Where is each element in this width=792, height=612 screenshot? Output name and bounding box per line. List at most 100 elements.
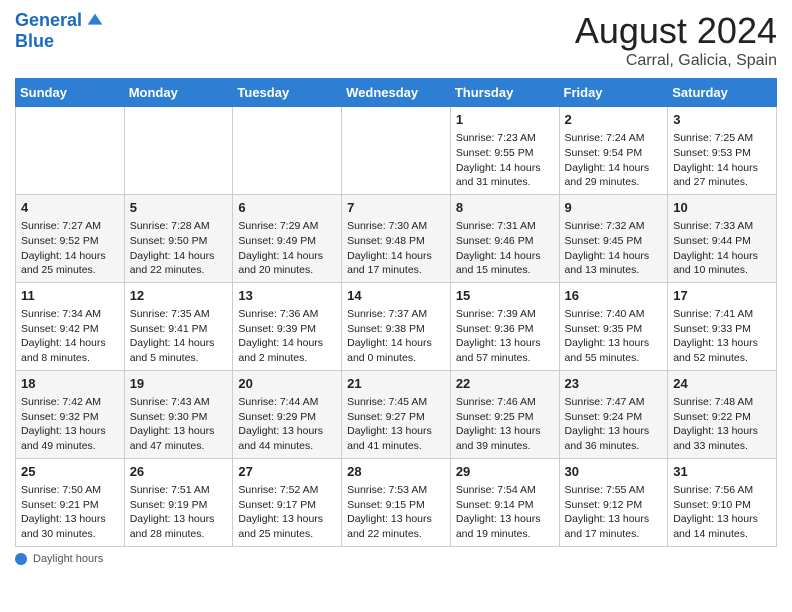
day-info: Sunrise: 7:33 AM Sunset: 9:44 PM Dayligh… bbox=[673, 219, 771, 278]
calendar-cell: 11 Sunrise: 7:34 AM Sunset: 9:42 PM Dayli… bbox=[16, 282, 125, 370]
day-number: 21 bbox=[347, 375, 445, 393]
calendar-cell: 2Sunrise: 7:24 AM Sunset: 9:54 PM Daylig… bbox=[559, 107, 668, 195]
calendar-cell: 28 Sunrise: 7:53 AM Sunset: 9:15 PM Dayli… bbox=[342, 458, 451, 546]
calendar-cell: 19Sunrise: 7:43 AM Sunset: 9:30 PM Dayli… bbox=[124, 370, 233, 458]
calendar-cell: 3 Sunrise: 7:25 AM Sunset: 9:53 PM Daylig… bbox=[668, 107, 777, 195]
day-info: Sunrise: 7:30 AM Sunset: 9:48 PM Dayligh… bbox=[347, 219, 445, 278]
logo: GeneralBlue bbox=[15, 10, 106, 52]
calendar-cell: 7Sunrise: 7:30 AM Sunset: 9:48 PM Daylig… bbox=[342, 194, 451, 282]
day-info: Sunrise: 7:37 AM Sunset: 9:38 PM Dayligh… bbox=[347, 307, 445, 366]
day-number: 24 bbox=[673, 375, 771, 393]
day-info: Sunrise: 7:25 AM Sunset: 9:53 PM Dayligh… bbox=[673, 131, 771, 190]
calendar-cell bbox=[342, 107, 451, 195]
calendar-body: 1 Sunrise: 7:23 AM Sunset: 9:55 PM Daylig… bbox=[16, 107, 777, 547]
weekday-header-sunday: Sunday bbox=[16, 79, 125, 107]
day-info: Sunrise: 7:53 AM Sunset: 9:15 PM Dayligh… bbox=[347, 483, 445, 542]
calendar-cell: 30 Sunrise: 7:55 AM Sunset: 9:12 PM Dayli… bbox=[559, 458, 668, 546]
calendar-cell bbox=[16, 107, 125, 195]
calendar-cell: 14 Sunrise: 7:37 AM Sunset: 9:38 PM Dayli… bbox=[342, 282, 451, 370]
day-number: 2 bbox=[565, 111, 663, 129]
weekday-header-thursday: Thursday bbox=[450, 79, 559, 107]
day-number: 26 bbox=[130, 463, 228, 481]
day-number: 4 bbox=[21, 199, 119, 217]
day-number: 11 bbox=[21, 287, 119, 305]
calendar-cell: 6Sunrise: 7:29 AM Sunset: 9:49 PM Daylig… bbox=[233, 194, 342, 282]
day-number: 18 bbox=[21, 375, 119, 393]
calendar-cell: 20 Sunrise: 7:44 AM Sunset: 9:29 PM Dayli… bbox=[233, 370, 342, 458]
calendar-cell bbox=[124, 107, 233, 195]
calendar-cell bbox=[233, 107, 342, 195]
weekday-header-saturday: Saturday bbox=[668, 79, 777, 107]
calendar-week-row: 4 Sunrise: 7:27 AM Sunset: 9:52 PM Daylig… bbox=[16, 194, 777, 282]
day-info: Sunrise: 7:44 AM Sunset: 9:29 PM Dayligh… bbox=[238, 395, 336, 454]
day-info: Sunrise: 7:27 AM Sunset: 9:52 PM Dayligh… bbox=[21, 219, 119, 278]
location-subtitle: Carral, Galicia, Spain bbox=[575, 52, 777, 70]
day-info: Sunrise: 7:50 AM Sunset: 9:21 PM Dayligh… bbox=[21, 483, 119, 542]
day-info: Sunrise: 7:45 AM Sunset: 9:27 PM Dayligh… bbox=[347, 395, 445, 454]
daylight-dot bbox=[15, 553, 27, 565]
calendar-cell: 15Sunrise: 7:39 AM Sunset: 9:36 PM Dayli… bbox=[450, 282, 559, 370]
calendar-cell: 23 Sunrise: 7:47 AM Sunset: 9:24 PM Dayli… bbox=[559, 370, 668, 458]
day-info: Sunrise: 7:52 AM Sunset: 9:17 PM Dayligh… bbox=[238, 483, 336, 542]
day-number: 29 bbox=[456, 463, 554, 481]
day-info: Sunrise: 7:28 AM Sunset: 9:50 PM Dayligh… bbox=[130, 219, 228, 278]
day-number: 14 bbox=[347, 287, 445, 305]
day-info: Sunrise: 7:40 AM Sunset: 9:35 PM Dayligh… bbox=[565, 307, 663, 366]
calendar-cell: 25Sunrise: 7:50 AM Sunset: 9:21 PM Dayli… bbox=[16, 458, 125, 546]
day-info: Sunrise: 7:54 AM Sunset: 9:14 PM Dayligh… bbox=[456, 483, 554, 542]
month-title: August 2024 bbox=[575, 10, 777, 52]
calendar-cell: 31Sunrise: 7:56 AM Sunset: 9:10 PM Dayli… bbox=[668, 458, 777, 546]
day-info: Sunrise: 7:23 AM Sunset: 9:55 PM Dayligh… bbox=[456, 131, 554, 190]
page-header: GeneralBlue August 2024 Carral, Galicia,… bbox=[15, 10, 777, 70]
calendar-cell: 10 Sunrise: 7:33 AM Sunset: 9:44 PM Dayli… bbox=[668, 194, 777, 282]
day-number: 16 bbox=[565, 287, 663, 305]
logo-text: GeneralBlue bbox=[15, 10, 106, 52]
calendar-cell: 18 Sunrise: 7:42 AM Sunset: 9:32 PM Dayli… bbox=[16, 370, 125, 458]
day-number: 17 bbox=[673, 287, 771, 305]
calendar-cell: 27 Sunrise: 7:52 AM Sunset: 9:17 PM Dayli… bbox=[233, 458, 342, 546]
calendar-cell: 1 Sunrise: 7:23 AM Sunset: 9:55 PM Daylig… bbox=[450, 107, 559, 195]
calendar-cell: 12Sunrise: 7:35 AM Sunset: 9:41 PM Dayli… bbox=[124, 282, 233, 370]
day-number: 9 bbox=[565, 199, 663, 217]
day-info: Sunrise: 7:42 AM Sunset: 9:32 PM Dayligh… bbox=[21, 395, 119, 454]
day-info: Sunrise: 7:46 AM Sunset: 9:25 PM Dayligh… bbox=[456, 395, 554, 454]
calendar-cell: 4 Sunrise: 7:27 AM Sunset: 9:52 PM Daylig… bbox=[16, 194, 125, 282]
day-number: 20 bbox=[238, 375, 336, 393]
day-info: Sunrise: 7:34 AM Sunset: 9:42 PM Dayligh… bbox=[21, 307, 119, 366]
calendar-week-row: 25Sunrise: 7:50 AM Sunset: 9:21 PM Dayli… bbox=[16, 458, 777, 546]
day-number: 8 bbox=[456, 199, 554, 217]
day-number: 28 bbox=[347, 463, 445, 481]
day-number: 13 bbox=[238, 287, 336, 305]
day-info: Sunrise: 7:36 AM Sunset: 9:39 PM Dayligh… bbox=[238, 307, 336, 366]
calendar-cell: 24Sunrise: 7:48 AM Sunset: 9:22 PM Dayli… bbox=[668, 370, 777, 458]
day-number: 30 bbox=[565, 463, 663, 481]
day-info: Sunrise: 7:55 AM Sunset: 9:12 PM Dayligh… bbox=[565, 483, 663, 542]
day-number: 22 bbox=[456, 375, 554, 393]
day-number: 1 bbox=[456, 111, 554, 129]
calendar-cell: 16 Sunrise: 7:40 AM Sunset: 9:35 PM Dayli… bbox=[559, 282, 668, 370]
calendar-cell: 17 Sunrise: 7:41 AM Sunset: 9:33 PM Dayli… bbox=[668, 282, 777, 370]
day-number: 23 bbox=[565, 375, 663, 393]
day-number: 5 bbox=[130, 199, 228, 217]
day-info: Sunrise: 7:51 AM Sunset: 9:19 PM Dayligh… bbox=[130, 483, 228, 542]
calendar-cell: 21 Sunrise: 7:45 AM Sunset: 9:27 PM Dayli… bbox=[342, 370, 451, 458]
day-number: 19 bbox=[130, 375, 228, 393]
calendar-week-row: 11 Sunrise: 7:34 AM Sunset: 9:42 PM Dayli… bbox=[16, 282, 777, 370]
day-number: 3 bbox=[673, 111, 771, 129]
calendar-cell: 26 Sunrise: 7:51 AM Sunset: 9:19 PM Dayli… bbox=[124, 458, 233, 546]
calendar-cell: 13 Sunrise: 7:36 AM Sunset: 9:39 PM Dayli… bbox=[233, 282, 342, 370]
day-info: Sunrise: 7:41 AM Sunset: 9:33 PM Dayligh… bbox=[673, 307, 771, 366]
weekday-header-tuesday: Tuesday bbox=[233, 79, 342, 107]
weekday-header-wednesday: Wednesday bbox=[342, 79, 451, 107]
day-number: 15 bbox=[456, 287, 554, 305]
day-number: 10 bbox=[673, 199, 771, 217]
calendar-cell: 22 Sunrise: 7:46 AM Sunset: 9:25 PM Dayli… bbox=[450, 370, 559, 458]
day-info: Sunrise: 7:35 AM Sunset: 9:41 PM Dayligh… bbox=[130, 307, 228, 366]
calendar-table: SundayMondayTuesdayWednesdayThursdayFrid… bbox=[15, 78, 777, 547]
calendar-cell: 9Sunrise: 7:32 AM Sunset: 9:45 PM Daylig… bbox=[559, 194, 668, 282]
calendar-header: SundayMondayTuesdayWednesdayThursdayFrid… bbox=[16, 79, 777, 107]
day-info: Sunrise: 7:47 AM Sunset: 9:24 PM Dayligh… bbox=[565, 395, 663, 454]
day-info: Sunrise: 7:29 AM Sunset: 9:49 PM Dayligh… bbox=[238, 219, 336, 278]
day-number: 27 bbox=[238, 463, 336, 481]
weekday-header-monday: Monday bbox=[124, 79, 233, 107]
